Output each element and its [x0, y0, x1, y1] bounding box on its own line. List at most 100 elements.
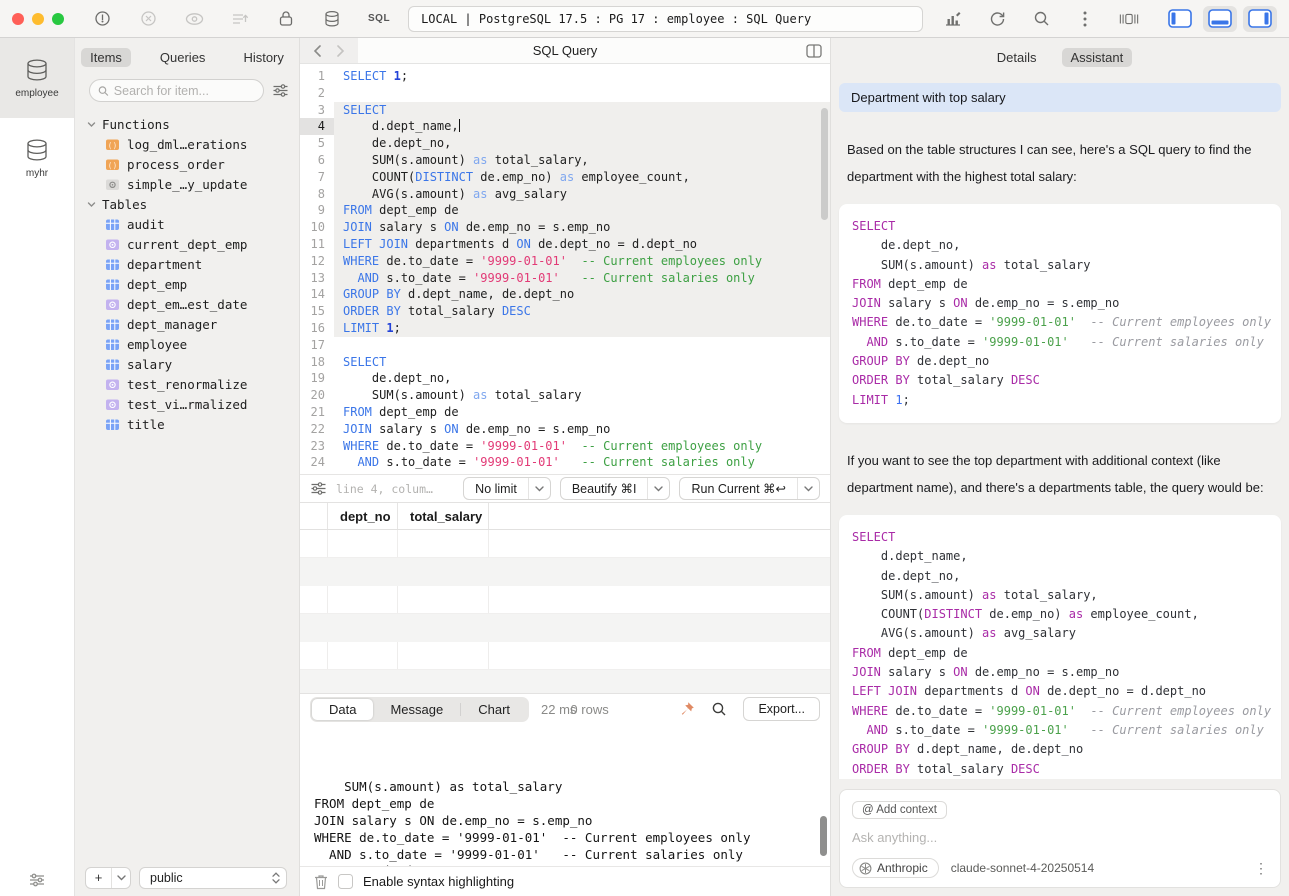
close-window-button[interactable] — [12, 13, 24, 25]
result-row[interactable] — [300, 614, 830, 642]
assistant-composer[interactable]: @ Add context Anthropic claude-sonnet-4-… — [839, 789, 1281, 888]
message-output[interactable]: SUM(s.amount) as total_salaryFROM dept_e… — [300, 724, 830, 866]
minimize-window-button[interactable] — [32, 13, 44, 25]
sidebar-item-current_dept_emp[interactable]: current_dept_emp — [87, 234, 299, 254]
search-icon[interactable] — [1031, 9, 1051, 29]
tree-item-label: dept_em…est_date — [127, 297, 247, 312]
result-row[interactable] — [300, 586, 830, 614]
sidebar-item-audit[interactable]: audit — [87, 214, 299, 234]
tree-item-label: dept_emp — [127, 277, 187, 292]
line-number: 8 — [300, 186, 334, 203]
sidebar-item-dept_emp[interactable]: dept_emp — [87, 274, 299, 294]
rail-filter-icon[interactable] — [0, 872, 74, 888]
limit-dropdown[interactable]: No limit — [463, 477, 551, 500]
result-row[interactable] — [300, 642, 830, 670]
sidebar-item-process_order[interactable]: ()process_order — [87, 154, 299, 174]
sidebar-item-employee[interactable]: employee — [87, 334, 299, 354]
column-header-total-salary[interactable]: total_salary — [398, 503, 489, 529]
assistant-code-block-2[interactable]: SELECT d.dept_name, de.dept_no, SUM(s.am… — [839, 515, 1281, 779]
assistant-conversation[interactable]: Department with top salary Based on the … — [831, 71, 1289, 779]
toggle-right-panel-button[interactable] — [1243, 6, 1277, 32]
beautify-button[interactable]: Beautify ⌘I — [560, 477, 671, 500]
panel-tab-details[interactable]: Details — [988, 48, 1046, 67]
result-row[interactable] — [300, 530, 830, 558]
schema-select[interactable]: public — [139, 867, 287, 889]
sidebar-tab-history[interactable]: History — [234, 48, 292, 67]
export-button[interactable]: Export... — [743, 697, 820, 721]
trash-icon[interactable] — [314, 874, 328, 890]
forward-button[interactable] — [337, 45, 345, 57]
split-view-icon[interactable] — [806, 44, 822, 58]
sidebar-item-title[interactable]: title — [87, 414, 299, 434]
add-item-button[interactable]: + — [85, 867, 131, 889]
assistant-code-block-1[interactable]: SELECT de.dept_no, SUM(s.amount) as tota… — [839, 204, 1281, 423]
more-options-icon[interactable] — [1075, 9, 1095, 29]
connection-title[interactable]: LOCAL | PostgreSQL 17.5 : PG 17 : employ… — [408, 6, 923, 32]
sidebar-item-log_dmlerations[interactable]: ()log_dml…erations — [87, 134, 299, 154]
code-line: FROM dept_emp de — [334, 404, 830, 421]
output-tab-data[interactable]: Data — [312, 699, 373, 720]
commit-list-icon[interactable] — [230, 9, 250, 29]
zoom-window-button[interactable] — [52, 13, 64, 25]
back-button[interactable] — [313, 45, 321, 57]
database-rail-item-employee[interactable]: employee — [0, 38, 74, 118]
code-line: JOIN salary s ON de.emp_no = s.emp_no — [852, 294, 1273, 313]
assistant-input[interactable] — [852, 830, 1268, 845]
svg-text:(): () — [108, 161, 118, 170]
code-line: SELECT 1; — [334, 68, 830, 85]
results-grid[interactable]: dept_no total_salary — [300, 503, 830, 693]
sidebar-item-salary[interactable]: salary — [87, 354, 299, 374]
tree-group-tables[interactable]: Tables — [87, 194, 299, 214]
result-row[interactable] — [300, 670, 830, 693]
table-icon — [105, 317, 120, 332]
code-line: de.dept_no, — [852, 236, 1273, 255]
tree-group-functions[interactable]: Functions — [87, 114, 299, 134]
footer-filter-icon[interactable] — [310, 481, 327, 496]
add-context-chip[interactable]: @ Add context — [852, 801, 947, 819]
panel-tab-assistant[interactable]: Assistant — [1062, 48, 1133, 67]
sidebar-item-simple_y_update[interactable]: simple_…y_update — [87, 174, 299, 194]
eye-preview-icon[interactable] — [184, 9, 204, 29]
code-line: SUM(s.amount) as total_salary — [334, 387, 830, 404]
tree-item-label: test_renormalize — [127, 377, 247, 392]
sidebar-tab-queries[interactable]: Queries — [151, 48, 215, 67]
provider-pill[interactable]: Anthropic — [852, 858, 939, 878]
output-tab-chart[interactable]: Chart — [461, 699, 527, 720]
line-number: 14 — [300, 286, 334, 303]
line-number: 10 — [300, 219, 334, 236]
connection-icon[interactable] — [92, 9, 112, 29]
sql-editor[interactable]: 123456789101112131415161718192021222324 … — [300, 64, 830, 474]
sidebar-item-department[interactable]: department — [87, 254, 299, 274]
run-current-button[interactable]: Run Current ⌘↩ — [679, 477, 820, 500]
message-scrollbar[interactable] — [820, 816, 827, 856]
sidebar-tab-items[interactable]: Items — [81, 48, 131, 67]
pin-icon[interactable] — [679, 701, 695, 717]
column-header-dept-no[interactable]: dept_no — [328, 503, 398, 529]
sidebar-item-dept_emest_date[interactable]: dept_em…est_date — [87, 294, 299, 314]
syntax-highlighting-label: Enable syntax highlighting — [363, 874, 514, 889]
toggle-bottom-panel-button[interactable] — [1203, 6, 1237, 32]
composer-more-icon[interactable]: ⋮ — [1254, 860, 1268, 877]
assistant-followup-text: If you want to see the top department wi… — [847, 447, 1271, 501]
database-rail-item-myhr[interactable]: myhr — [0, 118, 74, 198]
sidebar-item-test_virmalized[interactable]: test_vi…rmalized — [87, 394, 299, 414]
sidebar-filter-icon[interactable] — [272, 83, 289, 98]
sidebar-search-box[interactable] — [89, 79, 264, 102]
syntax-highlighting-checkbox[interactable] — [338, 874, 353, 889]
result-row[interactable] — [300, 558, 830, 586]
toggle-left-panel-button[interactable] — [1163, 6, 1197, 32]
refresh-icon[interactable] — [987, 9, 1007, 29]
sidebar-item-dept_manager[interactable]: dept_manager — [87, 314, 299, 334]
result-search-icon[interactable] — [711, 701, 727, 717]
center-layout-icon[interactable] — [1119, 9, 1139, 29]
results-row-gutter — [300, 503, 328, 529]
output-tab-message[interactable]: Message — [373, 699, 460, 720]
editor-scrollbar[interactable] — [821, 108, 828, 220]
chart-icon[interactable] — [943, 9, 963, 29]
search-input[interactable] — [114, 84, 255, 98]
close-tab-icon[interactable] — [138, 9, 158, 29]
sidebar-item-test_renormalize[interactable]: test_renormalize — [87, 374, 299, 394]
database-icon[interactable] — [322, 9, 342, 29]
sidebar: Items Queries History Functions()log_dml…e… — [75, 38, 300, 896]
lock-icon[interactable] — [276, 9, 296, 29]
